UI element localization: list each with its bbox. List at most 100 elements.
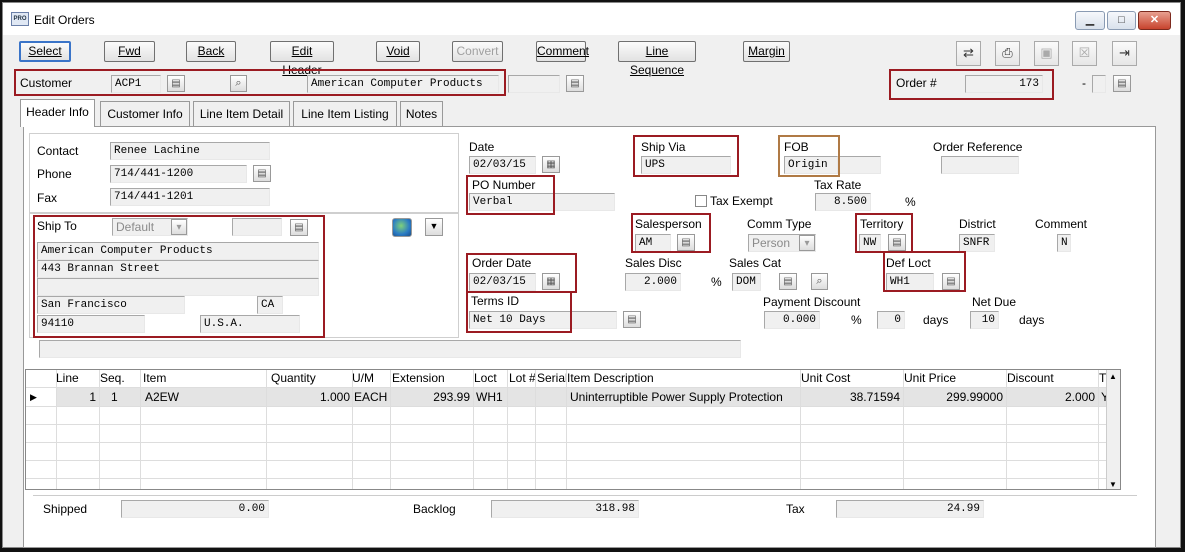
tab-header-info[interactable]: Header Info xyxy=(20,99,95,127)
order-date-calendar-icon[interactable]: ▦ xyxy=(542,273,560,290)
column-header-discount[interactable]: Discount xyxy=(1005,370,1056,387)
district-field[interactable]: SNFR xyxy=(959,234,995,252)
customer-code-field[interactable]: ACP1 xyxy=(111,75,161,93)
scroll-up-icon[interactable]: ▲ xyxy=(1109,372,1117,381)
ship-to-city-field[interactable]: San Francisco xyxy=(37,296,185,314)
terms-lookup-icon[interactable]: ▤ xyxy=(623,311,641,328)
cell-unit-cost[interactable]: 38.71594 xyxy=(801,388,902,406)
delete-icon[interactable]: ☒ xyxy=(1072,41,1097,66)
column-header-lot[interactable]: Lot # xyxy=(507,370,538,387)
phone-dial-icon[interactable]: ▤ xyxy=(253,165,271,182)
payment-discount-field[interactable]: 0.000 xyxy=(764,311,820,329)
order-number-field[interactable]: 173 xyxy=(965,75,1043,93)
sales-cat-search-icon[interactable]: ⌕ xyxy=(811,273,828,290)
cell-item[interactable]: A2EW xyxy=(143,388,181,406)
maximize-icon[interactable]: □ xyxy=(1107,11,1136,30)
cell-item-description[interactable]: Uninterruptible Power Supply Protection xyxy=(568,388,785,406)
order-reference-field[interactable] xyxy=(941,156,1019,174)
territory-lookup-icon[interactable]: ▤ xyxy=(888,234,906,251)
tab-customer-info[interactable]: Customer Info xyxy=(100,101,190,126)
territory-field[interactable]: NW xyxy=(859,234,881,252)
cell-lot[interactable] xyxy=(509,388,513,406)
cell-serial[interactable] xyxy=(537,388,541,406)
order-suffix-field[interactable] xyxy=(1092,75,1106,93)
ship-to-state-field[interactable]: CA xyxy=(257,296,283,314)
tax-exempt-checkbox[interactable] xyxy=(695,195,707,207)
date-field[interactable]: 02/03/15 xyxy=(469,156,536,174)
column-header-loct[interactable]: Loct xyxy=(472,370,499,387)
order-lookup-icon[interactable]: ▤ xyxy=(1113,75,1131,92)
line-sequence-button[interactable]: Line Sequence xyxy=(618,41,696,77)
salesperson-lookup-icon[interactable]: ▤ xyxy=(677,234,695,251)
phone-field[interactable]: 714/441-1200 xyxy=(110,165,247,183)
save-icon[interactable]: ▣ xyxy=(1034,41,1059,66)
comment-button[interactable]: Comment xyxy=(536,41,589,62)
cell-unit-price[interactable]: 299.99000 xyxy=(904,388,1005,406)
edit-header-button[interactable]: Edit Header xyxy=(270,41,334,77)
column-header-quantity[interactable]: Quantity xyxy=(269,370,318,387)
scroll-down-icon[interactable]: ▼ xyxy=(1109,480,1117,489)
margin-button[interactable]: Margin xyxy=(743,41,790,62)
line-items-grid[interactable]: Line Seq. Item Quantity U/M Extension Lo… xyxy=(25,369,1121,490)
customer-lookup-icon[interactable]: ▤ xyxy=(167,75,185,92)
column-header-seq[interactable]: Seq. xyxy=(98,370,127,387)
fob-field[interactable]: Origin xyxy=(784,156,838,174)
po-number-field[interactable]: Verbal xyxy=(469,193,615,211)
globe-icon[interactable] xyxy=(392,218,412,237)
customer-name-field[interactable]: American Computer Products xyxy=(307,75,499,93)
customer-search-icon[interactable]: ⌕ xyxy=(230,75,247,92)
sales-cat-lookup-icon[interactable]: ▤ xyxy=(779,273,797,290)
tab-line-item-listing[interactable]: Line Item Listing xyxy=(293,101,397,126)
column-header-item-description[interactable]: Item Description xyxy=(565,370,656,387)
cell-quantity[interactable]: 1.000 xyxy=(266,388,352,406)
column-header-line[interactable]: Line xyxy=(54,370,81,387)
select-button[interactable]: Select xyxy=(19,41,71,62)
comm-type-chevron-down-icon[interactable]: ▾ xyxy=(799,235,815,251)
ship-to-zip-field[interactable]: 94110 xyxy=(37,315,145,333)
minimize-icon[interactable]: ▁ xyxy=(1075,11,1105,30)
sales-cat-field[interactable]: DOM xyxy=(732,273,761,291)
cell-discount[interactable]: 2.000 xyxy=(1007,388,1097,406)
cell-loct[interactable]: WH1 xyxy=(474,388,505,406)
ship-to-chevron-down-icon[interactable]: ▾ xyxy=(171,219,187,235)
column-header-um[interactable]: U/M xyxy=(350,370,376,387)
ship-to-country-field[interactable]: U.S.A. xyxy=(200,315,300,333)
salesperson-field[interactable]: AM xyxy=(635,234,671,252)
back-button[interactable]: Back xyxy=(186,41,236,62)
ship-via-field[interactable]: UPS xyxy=(641,156,731,174)
sales-disc-field[interactable]: 2.000 xyxy=(625,273,681,291)
transfer-icon[interactable]: ⇄ xyxy=(956,41,981,66)
ship-to-line1-field[interactable]: American Computer Products xyxy=(37,242,319,260)
cell-seq[interactable]: 1 xyxy=(109,388,120,406)
comment-field[interactable]: N xyxy=(1057,234,1071,252)
convert-button[interactable]: Convert xyxy=(452,41,503,62)
ship-to-lookup-icon[interactable]: ▤ xyxy=(290,219,308,236)
column-header-unit-cost[interactable]: Unit Cost xyxy=(799,370,852,387)
void-button[interactable]: Void xyxy=(376,41,420,62)
ship-to-menu-chevron-down-icon[interactable]: ▼ xyxy=(425,218,443,236)
column-header-extension[interactable]: Extension xyxy=(390,370,447,387)
cell-um[interactable]: EACH xyxy=(352,388,389,406)
tab-line-item-detail[interactable]: Line Item Detail xyxy=(193,101,290,126)
ship-to-line2-field[interactable]: 443 Brannan Street xyxy=(37,260,319,278)
close-icon[interactable]: ✕ xyxy=(1138,11,1171,30)
net-due-field[interactable]: 10 xyxy=(970,311,999,329)
def-loct-field[interactable]: WH1 xyxy=(886,273,934,291)
cell-extension[interactable]: 293.99 xyxy=(390,388,472,406)
tab-notes[interactable]: Notes xyxy=(400,101,443,126)
exit-icon[interactable]: ⇥ xyxy=(1112,41,1137,66)
contact-field[interactable]: Renee Lachine xyxy=(110,142,270,160)
grid-scrollbar[interactable]: ▲ ▼ xyxy=(1106,370,1120,489)
tax-rate-field[interactable]: 8.500 xyxy=(815,193,871,211)
payment-discount-days-field[interactable]: 0 xyxy=(877,311,905,329)
column-header-unit-price[interactable]: Unit Price xyxy=(902,370,958,387)
date-calendar-icon[interactable]: ▦ xyxy=(542,156,560,173)
order-date-field[interactable]: 02/03/15 xyxy=(469,273,536,291)
fax-field[interactable]: 714/441-1201 xyxy=(110,188,270,206)
fwd-button[interactable]: Fwd xyxy=(104,41,155,62)
def-loct-lookup-icon[interactable]: ▤ xyxy=(942,273,960,290)
ship-to-line3-field[interactable] xyxy=(37,278,319,296)
customer-extra-lookup-icon[interactable]: ▤ xyxy=(566,75,584,92)
cell-line[interactable]: 1 xyxy=(56,388,98,406)
column-header-item[interactable]: Item xyxy=(141,370,168,387)
